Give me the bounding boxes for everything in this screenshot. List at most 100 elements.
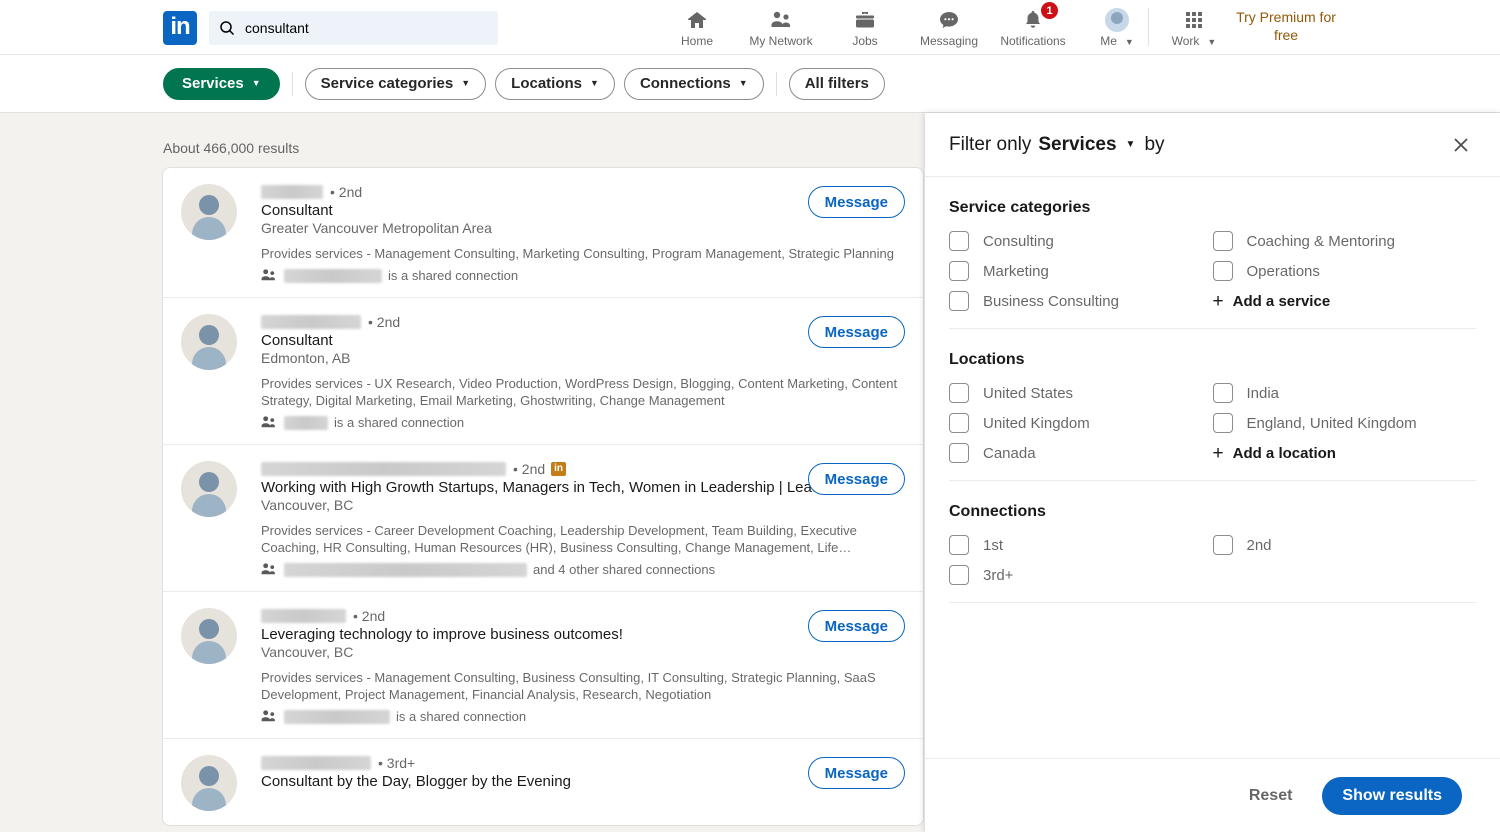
filter-panel-footer: Reset Show results bbox=[925, 758, 1500, 832]
checkbox[interactable] bbox=[1212, 383, 1233, 403]
filter-checkbox-option[interactable]: Business Consulting bbox=[949, 291, 1213, 311]
linkedin-logo[interactable]: in bbox=[163, 11, 197, 45]
result-row[interactable]: • 2nd Consultant Greater Vancouver Metropo… bbox=[163, 168, 923, 298]
nav-item-me[interactable]: Me ▼ bbox=[1075, 2, 1159, 54]
messaging-icon bbox=[937, 8, 961, 32]
redacted-shared-name bbox=[284, 268, 382, 283]
all-filters-button[interactable]: All filters bbox=[788, 67, 885, 100]
nav-item-jobs[interactable]: Jobs bbox=[823, 2, 907, 54]
filter-pill-services[interactable]: Services ▼ bbox=[163, 67, 280, 100]
result-row[interactable]: • 3rd+ Consultant by the Day, Blogger by … bbox=[163, 739, 923, 825]
result-row[interactable]: • 2nd in Working with High Growth Startups… bbox=[163, 445, 923, 592]
nav-item-jobs-label: Jobs bbox=[852, 34, 878, 48]
redacted-shared-name bbox=[284, 415, 328, 430]
redacted-name bbox=[261, 185, 323, 199]
nav-item-notifications-label: Notifications bbox=[1000, 34, 1066, 48]
top-navigation-bar: in consultant Home My Network Jobs Messa… bbox=[0, 0, 1500, 55]
checkbox[interactable] bbox=[949, 413, 969, 433]
message-button[interactable]: Message bbox=[807, 186, 905, 218]
filter-pill-connections[interactable]: Connections ▼ bbox=[623, 67, 764, 100]
close-icon[interactable] bbox=[1444, 128, 1478, 162]
filter-options-grid: United States India United Kingdom England,… bbox=[949, 383, 1476, 463]
filter-checkbox-option[interactable]: 2nd bbox=[1212, 535, 1477, 555]
connection-degree: • 2nd bbox=[330, 184, 363, 200]
message-button[interactable]: Message bbox=[807, 610, 905, 642]
filter-checkbox-option[interactable]: 1st bbox=[949, 535, 1213, 555]
nav-item-messaging[interactable]: Messaging bbox=[907, 2, 991, 54]
checkbox[interactable] bbox=[949, 291, 969, 311]
filter-section-heading: Locations bbox=[949, 351, 1025, 368]
filter-section-heading: Service categories bbox=[949, 199, 1091, 216]
filter-checkbox-option[interactable]: United States bbox=[949, 383, 1213, 403]
shared-connection-line: is a shared connection bbox=[261, 709, 915, 724]
message-button[interactable]: Message bbox=[807, 757, 905, 789]
filter-checkbox-option[interactable]: Marketing bbox=[949, 261, 1213, 281]
filter-checkbox-option[interactable]: Coaching & Mentoring bbox=[1212, 231, 1477, 251]
filter-panel-type-value: Services bbox=[1038, 133, 1117, 155]
filter-panel-header: Filter only Services ▼ by bbox=[925, 113, 1500, 177]
nav-item-my-network-label: My Network bbox=[749, 34, 813, 48]
search-input[interactable]: consultant bbox=[209, 11, 498, 45]
message-button[interactable]: Message bbox=[807, 316, 905, 348]
checkbox[interactable] bbox=[1212, 261, 1233, 281]
show-results-button[interactable]: Show results bbox=[1322, 776, 1462, 815]
redacted-name bbox=[261, 609, 346, 623]
filter-checkbox-option[interactable]: Operations bbox=[1212, 261, 1477, 281]
filter-option-label: 3rd+ bbox=[983, 566, 1014, 584]
filter-checkbox-option[interactable]: England, United Kingdom bbox=[1212, 413, 1477, 433]
checkbox[interactable] bbox=[949, 261, 969, 281]
checkbox[interactable] bbox=[949, 231, 969, 251]
avatar bbox=[181, 184, 237, 240]
try-premium-link[interactable]: Try Premium for free bbox=[1231, 8, 1341, 44]
filter-checkbox-option[interactable]: Canada bbox=[949, 443, 1213, 463]
nav-item-my-network[interactable]: My Network bbox=[739, 2, 823, 54]
result-services: Provides services - Career Development C… bbox=[261, 523, 857, 555]
checkbox[interactable] bbox=[1212, 413, 1233, 433]
shared-connection-icon bbox=[261, 269, 275, 281]
results-list: • 2nd Consultant Greater Vancouver Metropo… bbox=[162, 167, 924, 826]
filter-section-heading: Connections bbox=[949, 503, 1046, 520]
result-row[interactable]: • 2nd Consultant Edmonton, AB Provides serv… bbox=[163, 298, 923, 445]
search-icon bbox=[220, 21, 235, 36]
shared-connection-icon bbox=[261, 416, 275, 428]
checkbox[interactable] bbox=[1212, 231, 1233, 251]
result-location: Vancouver, BC bbox=[261, 644, 354, 660]
filter-panel-type-dropdown[interactable]: Services ▼ bbox=[1038, 134, 1135, 156]
filter-bar-divider-2 bbox=[775, 71, 777, 96]
checkbox[interactable] bbox=[949, 535, 969, 555]
avatar-icon bbox=[1105, 8, 1129, 32]
filter-option-label: 2nd bbox=[1246, 536, 1272, 554]
checkbox[interactable] bbox=[1212, 535, 1233, 555]
reset-button[interactable]: Reset bbox=[1239, 781, 1303, 811]
linkedin-search-page: in consultant Home My Network Jobs Messa… bbox=[0, 0, 1500, 832]
shared-connection-text: is a shared connection bbox=[396, 709, 527, 724]
result-row[interactable]: • 2nd Leveraging technology to improve bu… bbox=[163, 592, 923, 739]
add-filter-link[interactable]: + Add a service bbox=[1213, 291, 1477, 311]
checkbox[interactable] bbox=[949, 565, 969, 585]
nav-item-notifications[interactable]: 1 Notifications bbox=[991, 2, 1075, 54]
checkbox[interactable] bbox=[949, 443, 969, 463]
filter-pill-locations[interactable]: Locations ▼ bbox=[495, 67, 615, 100]
result-services: Provides services - Management Consultin… bbox=[261, 670, 876, 702]
add-filter-link[interactable]: + Add a location bbox=[1213, 443, 1477, 463]
filter-checkbox-option[interactable]: 3rd+ bbox=[949, 565, 1213, 585]
filter-option-label: Consulting bbox=[983, 232, 1054, 250]
filter-checkbox-option[interactable]: India bbox=[1212, 383, 1477, 403]
chevron-down-icon: ▼ bbox=[590, 78, 599, 88]
nav-item-work[interactable]: Work ▼ bbox=[1152, 2, 1236, 54]
filter-pill-service-categories[interactable]: Service categories ▼ bbox=[304, 67, 487, 100]
checkbox[interactable] bbox=[949, 383, 969, 403]
shared-connection-icon bbox=[261, 563, 275, 575]
shared-connection-line: is a shared connection bbox=[261, 415, 915, 430]
nav-item-home-label: Home bbox=[680, 34, 713, 48]
shared-connection-text: is a shared connection bbox=[334, 415, 465, 430]
filter-options-grid: Consulting Coaching & Mentoring Marketing O… bbox=[949, 231, 1476, 311]
chevron-down-icon: ▼ bbox=[1207, 37, 1217, 47]
result-location: Greater Vancouver Metropolitan Area bbox=[261, 220, 492, 236]
filter-checkbox-option[interactable]: Consulting bbox=[949, 231, 1213, 251]
message-button[interactable]: Message bbox=[807, 463, 905, 495]
connection-degree: • 2nd bbox=[353, 608, 386, 624]
filter-checkbox-option[interactable]: United Kingdom bbox=[949, 413, 1213, 433]
results-count: About 466,000 results bbox=[163, 140, 300, 156]
nav-item-home[interactable]: Home bbox=[655, 2, 739, 54]
